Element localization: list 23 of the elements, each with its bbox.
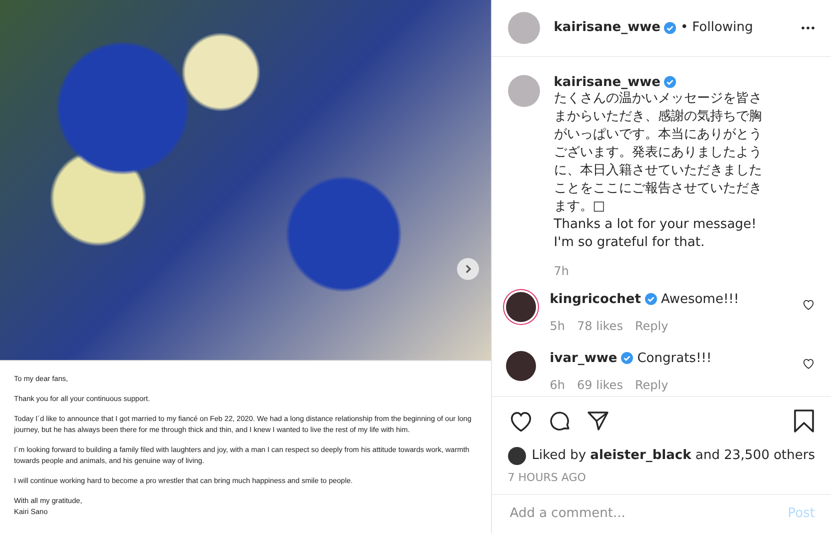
avatar <box>508 446 526 465</box>
avatar[interactable] <box>506 292 536 322</box>
like-comment-icon[interactable] <box>802 298 815 311</box>
more-options-icon[interactable] <box>801 26 815 30</box>
username-link[interactable]: kairisane_wwe <box>554 20 660 36</box>
comment-text: Congrats!!! <box>637 350 712 366</box>
likes-summary: Liked by aleister_black and 23,500 others <box>532 448 815 464</box>
like-comment-icon[interactable] <box>802 356 815 370</box>
comment-time: 5h <box>550 318 566 333</box>
username-link[interactable]: kairisane_wwe <box>554 74 660 90</box>
avatar[interactable] <box>506 350 536 381</box>
post-timestamp: 7 HOURS AGO <box>508 470 587 484</box>
caption-text: たくさんの温かいメッセージを皆さまからいただき、感謝の気持ちで胸がいっぱいです。本当にありがとうございます。発表にありましたように、本日入籍させていただきましたことをここにご報告させていただきます。□ Thanks a lot for your message! I'm so grateful for that. <box>554 90 763 252</box>
caption-time: 7h <box>554 264 570 278</box>
separator: • <box>680 20 688 36</box>
comment-time: 6h <box>550 378 566 392</box>
share-icon[interactable] <box>586 408 610 433</box>
following-button[interactable]: Following <box>692 20 754 36</box>
bookmark-icon[interactable] <box>793 408 815 433</box>
next-button[interactable] <box>456 258 479 280</box>
username-link[interactable]: ivar_wwe <box>550 350 618 366</box>
comment-text: Awesome!!! <box>660 292 739 307</box>
username-link[interactable]: kingricochet <box>550 292 641 307</box>
